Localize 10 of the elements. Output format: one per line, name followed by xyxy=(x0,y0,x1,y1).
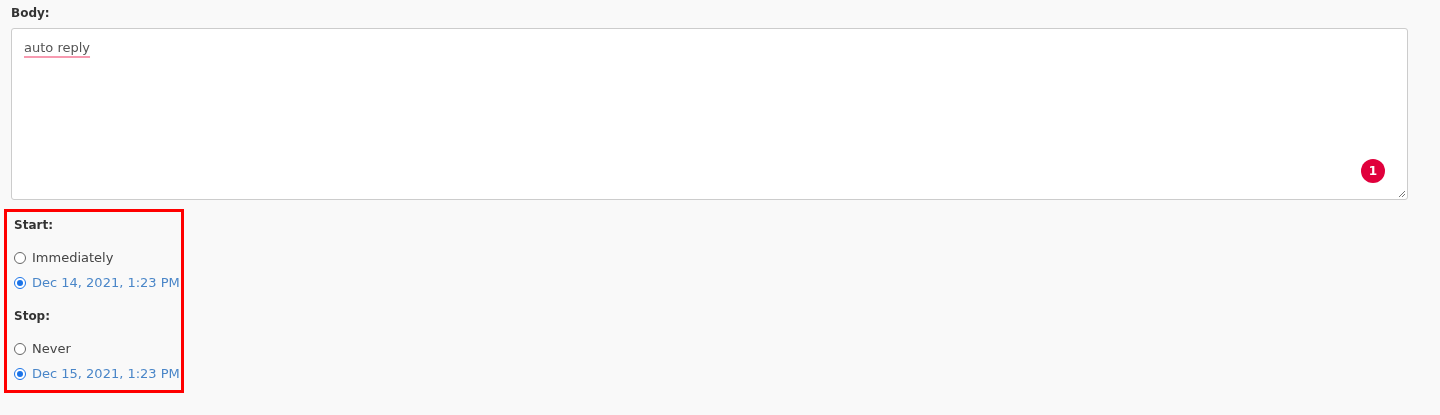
radio-label[interactable]: Dec 14, 2021, 1:23 PM xyxy=(32,275,180,290)
radio-label[interactable]: Immediately xyxy=(32,250,114,265)
radio-label[interactable]: Never xyxy=(32,341,71,356)
body-textarea[interactable]: auto reply 1 xyxy=(11,28,1408,200)
notification-badge: 1 xyxy=(1361,159,1385,183)
field-label: Start: xyxy=(14,218,54,232)
field-label: Body: xyxy=(11,6,51,20)
radio-label[interactable]: Dec 15, 2021, 1:23 PM xyxy=(32,366,180,381)
field-label: Stop: xyxy=(14,309,51,323)
textarea-value: auto reply xyxy=(24,40,90,55)
